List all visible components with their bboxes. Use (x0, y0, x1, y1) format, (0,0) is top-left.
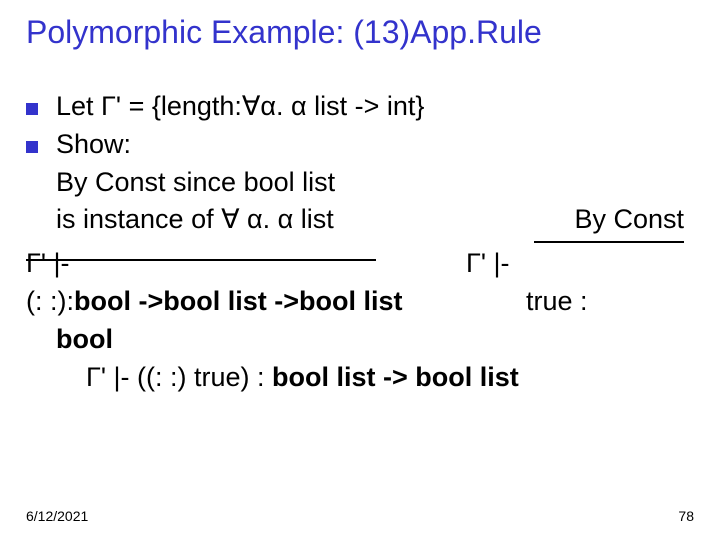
line-cons-pre: (: :): (26, 286, 74, 316)
line-byconst-1: By Const since bool list (26, 164, 694, 202)
bullet-1-text: Let Γ' = {length:∀α. α list -> int} (56, 88, 424, 126)
bullet-2-text: Show: (56, 126, 131, 164)
bullet-icon (26, 103, 38, 115)
footer-page: 78 (678, 508, 694, 524)
line-instance-right: By Const (574, 201, 694, 239)
slide-body: Let Γ' = {length:∀α. α list -> int} Show… (26, 88, 694, 396)
footer-date: 6/12/2021 (26, 508, 88, 524)
line-gamma: Γ' |- Γ' |- (26, 245, 694, 283)
line-conclusion: Γ' |- ((: :) true) : bool list -> bool l… (26, 359, 694, 397)
line-gamma-right: Γ' |- (466, 245, 510, 283)
line-true: true : (526, 283, 588, 321)
line-cons: (: :):bool ->bool list ->bool list (26, 283, 526, 321)
bullet-2: Show: (26, 126, 694, 164)
line-instance-left: is instance of ∀ α. α list (56, 201, 334, 239)
line-bool: bool (26, 321, 694, 359)
bullet-icon (26, 141, 38, 153)
line-instance: is instance of ∀ α. α list By Const (26, 201, 694, 239)
line-conclusion-pre: Γ' |- ((: :) true) : (86, 362, 272, 392)
slide-title: Polymorphic Example: (13)App.Rule (26, 14, 542, 51)
line-gamma-left: Γ' |- (26, 245, 466, 283)
line-cons-bold: bool ->bool list ->bool list (74, 286, 402, 316)
bullet-1: Let Γ' = {length:∀α. α list -> int} (26, 88, 694, 126)
rule-line-right (534, 241, 684, 243)
line-cons-true: (: :):bool ->bool list ->bool list true … (26, 283, 694, 321)
line-conclusion-bold: bool list -> bool list (272, 362, 519, 392)
